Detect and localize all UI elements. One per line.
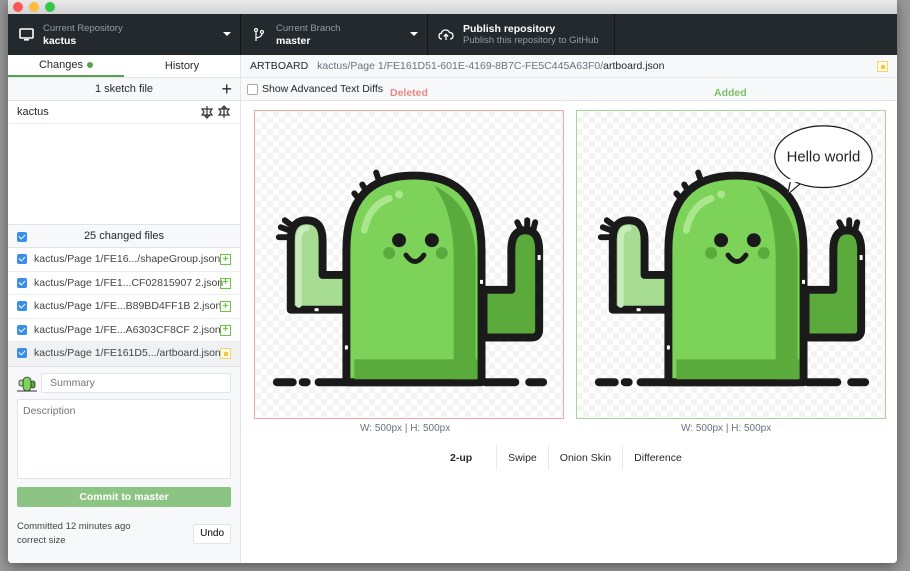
added-dimensions: W: 500px | H: 500px bbox=[681, 423, 772, 434]
changed-files-list: kactus/Page 1/FE16.../shapeGroup.json + … bbox=[8, 248, 240, 367]
tab-changes-label: Changes bbox=[38, 59, 84, 71]
mode-2-up[interactable]: 2-up bbox=[439, 445, 498, 470]
sketch-files-header: 1 sketch file + bbox=[8, 78, 240, 101]
advanced-text-diffs-checkbox[interactable] bbox=[247, 83, 258, 95]
repository-name: kactus bbox=[43, 34, 77, 47]
file-path: kactus/Page 1/FE161D5.../artboard.json bbox=[34, 347, 221, 360]
commit-summary-input[interactable] bbox=[41, 372, 231, 393]
commit-description-input[interactable] bbox=[17, 398, 231, 479]
toolbar: Current Repository kactus Current Branch… bbox=[8, 14, 897, 55]
deleted-image-frame bbox=[254, 110, 564, 419]
file-list-item[interactable]: kactus/Page 1/FE...B89BD4FF1B 2.json + bbox=[8, 295, 240, 319]
cactus-image-added: Hello world bbox=[577, 125, 873, 418]
current-branch-dropdown[interactable]: Current Branch master bbox=[241, 14, 428, 55]
desktop-icon bbox=[18, 27, 34, 43]
file-checkbox[interactable] bbox=[17, 254, 27, 265]
file-path: kactus/Page 1/FE...B89BD4FF1B 2.json bbox=[34, 300, 222, 313]
mode-difference[interactable]: Difference bbox=[623, 445, 693, 470]
added-label: Added bbox=[714, 87, 747, 99]
file-added-icon: + bbox=[220, 324, 231, 336]
commit-button-prefix: Commit to bbox=[79, 490, 132, 503]
sidebar: Changes History 1 sketch file + kactus 2… bbox=[8, 55, 241, 563]
file-checkbox[interactable] bbox=[17, 348, 27, 359]
file-checkbox[interactable] bbox=[17, 301, 27, 312]
advanced-text-diffs-label[interactable]: Show Advanced Text Diffs bbox=[262, 83, 383, 95]
file-checkbox[interactable] bbox=[17, 324, 27, 335]
file-path: kactus/Page 1/FE...A6303CF8CF 2.json bbox=[34, 323, 221, 336]
file-modified-icon bbox=[877, 61, 888, 72]
sidebar-tabs: Changes History bbox=[8, 55, 240, 78]
add-sketch-file-button[interactable]: + bbox=[221, 80, 232, 98]
publish-subtitle: Publish this repository to GitHub bbox=[463, 34, 599, 46]
sketch-files-count: 1 sketch file bbox=[94, 83, 154, 95]
changed-files-header: 25 changed files bbox=[8, 224, 240, 248]
file-list-item[interactable]: kactus/Page 1/FE16.../shapeGroup.json + bbox=[8, 248, 240, 272]
file-added-icon: + bbox=[220, 277, 231, 289]
deleted-dimensions: W: 500px | H: 500px bbox=[360, 423, 451, 434]
file-checkbox[interactable] bbox=[17, 277, 27, 288]
speech-bubble: Hello world bbox=[774, 125, 873, 196]
commit-form: Commit to master Committed 12 minutes ag… bbox=[8, 366, 240, 563]
added-image-frame: Hello world bbox=[576, 110, 886, 419]
file-list-item[interactable]: kactus/Page 1/FE1...CF02815907 2.json + bbox=[8, 272, 240, 295]
file-added-icon: + bbox=[220, 254, 231, 265]
changes-indicator-dot bbox=[87, 62, 94, 68]
sketch-file-item[interactable]: kactus bbox=[8, 101, 240, 124]
select-all-checkbox[interactable] bbox=[17, 232, 27, 242]
mode-onion-skin[interactable]: Onion Skin bbox=[549, 445, 624, 470]
branch-label: Current Branch bbox=[276, 22, 341, 34]
image-diff-mode-tabs: 2-up Swipe Onion Skin Difference bbox=[439, 445, 693, 470]
export-sketch-icon[interactable] bbox=[217, 105, 231, 119]
undo-button[interactable]: Undo bbox=[193, 523, 231, 544]
file-path-prefix: kactus/Page 1/FE161D51-601E-4169-8B7C-FE… bbox=[317, 60, 604, 72]
sketch-file-name: kactus bbox=[17, 106, 49, 118]
file-kind: ARTBOARD bbox=[250, 60, 309, 72]
diff-view: ARTBOARD kactus/Page 1/FE161D51-601E-416… bbox=[241, 55, 897, 563]
current-repository-dropdown[interactable]: Current Repository kactus bbox=[8, 14, 241, 55]
last-commit-info: Committed 12 minutes ago correct size Un… bbox=[17, 520, 231, 548]
last-commit-message: correct size bbox=[17, 534, 66, 546]
speech-bubble-text: Hello world bbox=[787, 150, 861, 166]
title-bar bbox=[8, 0, 897, 14]
maximize-window-button[interactable] bbox=[45, 2, 55, 12]
commit-button-branch: master bbox=[134, 490, 169, 503]
close-window-button[interactable] bbox=[13, 2, 23, 12]
branch-name: master bbox=[276, 34, 311, 47]
tab-changes[interactable]: Changes bbox=[8, 55, 124, 77]
file-path-bar: ARTBOARD kactus/Page 1/FE161D51-601E-416… bbox=[241, 55, 897, 78]
publish-title: Publish repository bbox=[463, 22, 556, 35]
file-path: kactus/Page 1/FE1...CF02815907 2.json bbox=[34, 276, 224, 289]
tab-history[interactable]: History bbox=[124, 55, 240, 77]
mode-swipe[interactable]: Swipe bbox=[497, 445, 549, 470]
cloud-upload-icon bbox=[438, 27, 454, 43]
changed-files-count: 25 changed files bbox=[83, 230, 165, 242]
file-modified-icon bbox=[220, 348, 231, 359]
file-added-icon: + bbox=[220, 301, 231, 312]
cactus-image-deleted bbox=[255, 111, 563, 418]
file-path-name: artboard.json bbox=[603, 60, 665, 72]
diff-options-bar: Show Advanced Text Diffs bbox=[241, 78, 897, 101]
minimize-window-button[interactable] bbox=[29, 2, 39, 12]
app-window: Current Repository kactus Current Branch… bbox=[8, 0, 897, 563]
file-list-item[interactable]: kactus/Page 1/FE...A6303CF8CF 2.json + bbox=[8, 319, 240, 342]
import-sketch-icon[interactable] bbox=[200, 105, 214, 119]
deleted-label: Deleted bbox=[390, 87, 428, 99]
git-branch-icon bbox=[251, 27, 267, 43]
chevron-down-icon bbox=[410, 32, 418, 36]
repository-label: Current Repository bbox=[43, 22, 123, 34]
avatar bbox=[17, 376, 37, 391]
publish-repository-button[interactable]: Publish repository Publish this reposito… bbox=[428, 14, 615, 55]
last-commit-time: Committed 12 minutes ago bbox=[17, 520, 131, 532]
file-list-item[interactable]: kactus/Page 1/FE161D5.../artboard.json bbox=[8, 342, 240, 366]
file-path: kactus/Page 1/FE16.../shapeGroup.json bbox=[34, 253, 221, 266]
tab-history-label: History bbox=[164, 60, 200, 72]
chevron-down-icon bbox=[223, 32, 231, 36]
commit-button[interactable]: Commit to master bbox=[17, 486, 231, 507]
